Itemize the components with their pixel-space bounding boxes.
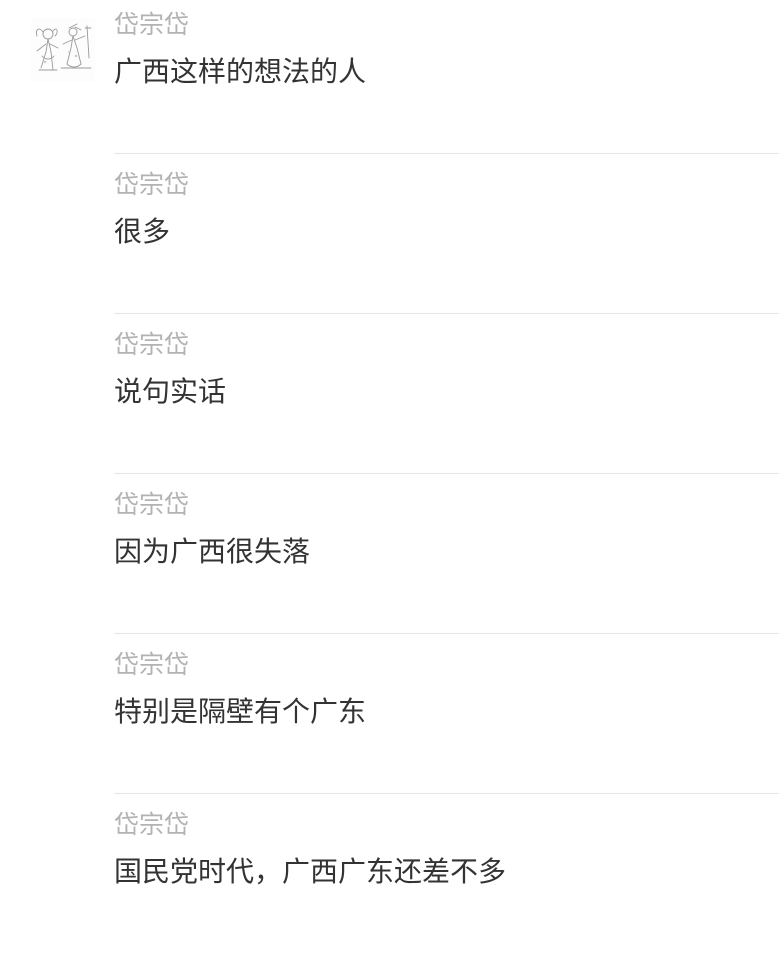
message-item: 岱宗岱 因为广西很失落 <box>114 480 779 640</box>
message-item: 岱宗岱 特别是隔壁有个广东 <box>114 640 779 800</box>
sender-name: 岱宗岱 <box>114 10 190 39</box>
sender-name: 岱宗岱 <box>114 490 190 519</box>
message-item: 岱宗岱 广西这样的想法的人 <box>114 0 779 160</box>
message-item: 岱宗岱 国民党时代，广西广东还差不多 <box>114 800 779 960</box>
sketch-illustration-icon <box>36 23 92 71</box>
message-item: 岱宗岱 说句实话 <box>114 320 779 480</box>
message-text: 国民党时代，广西广东还差不多 <box>114 855 507 888</box>
divider <box>114 633 779 634</box>
sender-name: 岱宗岱 <box>114 170 190 199</box>
divider <box>114 793 779 794</box>
divider <box>114 313 779 314</box>
avatar[interactable] <box>31 18 95 82</box>
message-text: 特别是隔壁有个广东 <box>114 695 367 728</box>
message-text: 因为广西很失落 <box>114 535 311 568</box>
sender-name: 岱宗岱 <box>114 810 190 839</box>
divider <box>114 153 779 154</box>
divider <box>114 473 779 474</box>
message-text: 说句实话 <box>114 375 227 408</box>
chat-thread: 岱宗岱 广西这样的想法的人 岱宗岱 很多 岱宗岱 说句实话 岱宗岱 因为广西很失… <box>0 0 779 927</box>
message-text: 很多 <box>114 215 171 248</box>
sender-name: 岱宗岱 <box>114 330 190 359</box>
sender-name: 岱宗岱 <box>114 650 190 679</box>
message-item: 岱宗岱 很多 <box>114 160 779 320</box>
message-text: 广西这样的想法的人 <box>114 55 367 88</box>
